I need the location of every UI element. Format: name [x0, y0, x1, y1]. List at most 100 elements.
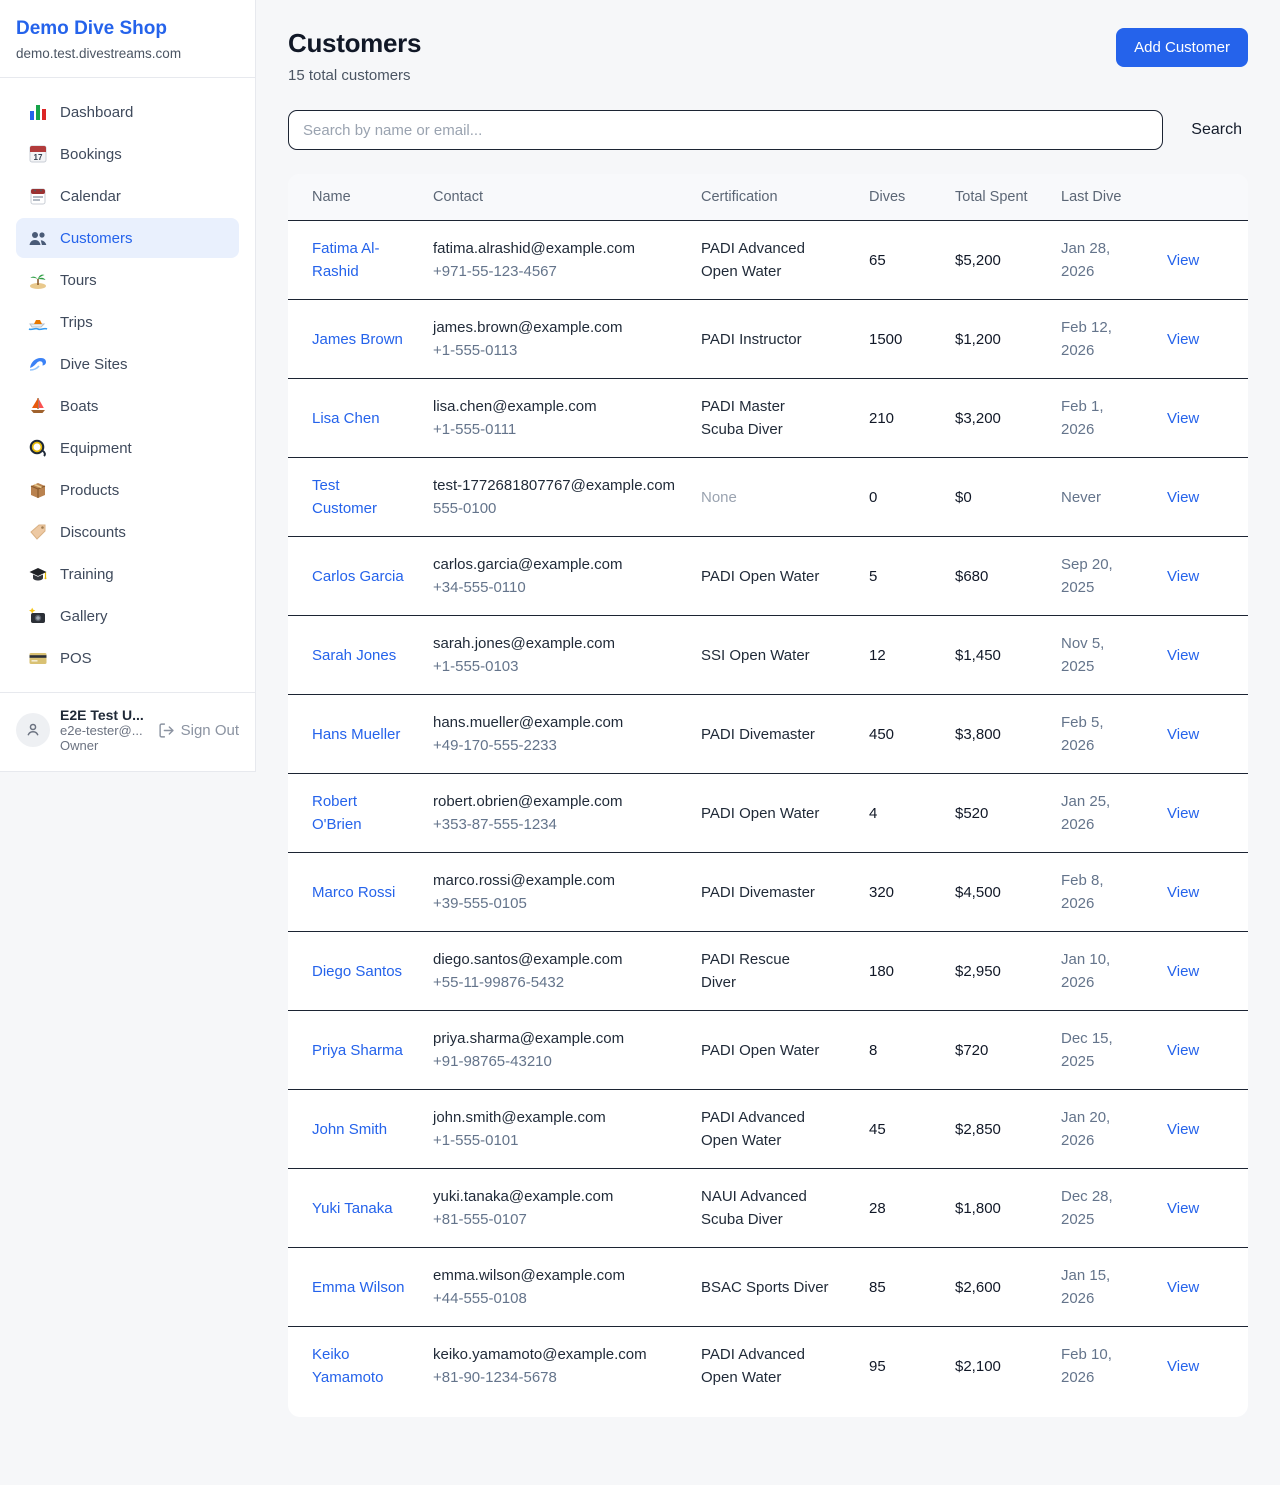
view-link[interactable]: View — [1167, 1042, 1199, 1059]
view-link[interactable]: View — [1167, 1200, 1199, 1217]
view-link[interactable]: View — [1167, 1121, 1199, 1138]
sign-out-button[interactable]: Sign Out — [158, 722, 239, 739]
user-email: e2e-tester@... — [60, 723, 148, 738]
customer-name-link[interactable]: Yuki Tanaka — [312, 1200, 393, 1217]
certification-cell: PADI Rescue Diver — [701, 951, 790, 991]
customer-name-link[interactable]: James Brown — [312, 331, 403, 348]
certification-cell: BSAC Sports Diver — [701, 1279, 829, 1296]
sidebar-item-label: Products — [60, 482, 119, 499]
svg-text:17: 17 — [34, 153, 43, 162]
people-icon — [28, 228, 48, 248]
sidebar-item-label: Calendar — [60, 188, 121, 205]
dives-cell: 4 — [869, 805, 877, 822]
page-title: Customers — [288, 28, 421, 59]
sidebar-item-bookings[interactable]: 17 Bookings — [16, 134, 239, 174]
sidebar-item-customers[interactable]: Customers — [16, 218, 239, 258]
customer-phone: +91-98765-43210 — [433, 1050, 685, 1073]
customer-name-link[interactable]: Carlos Garcia — [312, 568, 404, 585]
sidebar-item-label: Gallery — [60, 608, 108, 625]
customer-phone: +1-555-0113 — [433, 339, 685, 362]
view-link[interactable]: View — [1167, 963, 1199, 980]
view-link[interactable]: View — [1167, 489, 1199, 506]
sidebar-item-equipment[interactable]: Equipment — [16, 428, 239, 468]
customer-email: priya.sharma@example.com — [433, 1027, 685, 1050]
view-link[interactable]: View — [1167, 805, 1199, 822]
customer-name-link[interactable]: Fatima Al-Rashid — [312, 240, 380, 280]
customer-email: keiko.yamamoto@example.com — [433, 1343, 685, 1366]
customer-name-link[interactable]: Priya Sharma — [312, 1042, 403, 1059]
view-link[interactable]: View — [1167, 410, 1199, 427]
person-icon — [24, 721, 42, 739]
search-button[interactable]: Search — [1185, 117, 1248, 143]
sidebar-item-products[interactable]: Products — [16, 470, 239, 510]
total-spent-cell: $0 — [955, 489, 972, 506]
customer-phone: +1-555-0103 — [433, 655, 685, 678]
sidebar-item-label: Equipment — [60, 440, 132, 457]
sidebar-item-calendar[interactable]: Calendar — [16, 176, 239, 216]
view-link[interactable]: View — [1167, 1279, 1199, 1296]
customer-name-link[interactable]: Hans Mueller — [312, 726, 400, 743]
view-link[interactable]: View — [1167, 726, 1199, 743]
customer-name-link[interactable]: Lisa Chen — [312, 410, 380, 427]
customer-name-link[interactable]: Sarah Jones — [312, 647, 396, 664]
customer-phone: +971-55-123-4567 — [433, 260, 685, 283]
dives-cell: 45 — [869, 1121, 886, 1138]
dives-cell: 320 — [869, 884, 894, 901]
main-content: Customers 15 total customers Add Custome… — [256, 0, 1280, 1445]
customer-name-link[interactable]: John Smith — [312, 1121, 387, 1138]
customer-name-link[interactable]: Test Customer — [312, 477, 377, 517]
wave-icon — [28, 354, 48, 374]
customer-email: robert.obrien@example.com — [433, 790, 685, 813]
sidebar-item-dashboard[interactable]: Dashboard — [16, 92, 239, 132]
sidebar-item-tours[interactable]: Tours — [16, 260, 239, 300]
speedboat-icon — [28, 312, 48, 332]
view-link[interactable]: View — [1167, 252, 1199, 269]
view-link[interactable]: View — [1167, 568, 1199, 585]
view-link[interactable]: View — [1167, 331, 1199, 348]
customer-email: diego.santos@example.com — [433, 948, 685, 971]
dives-cell: 65 — [869, 252, 886, 269]
last-dive-cell: Jan 10, 2026 — [1061, 951, 1110, 991]
total-spent-cell: $2,850 — [955, 1121, 1001, 1138]
sidebar-item-boats[interactable]: Boats — [16, 386, 239, 426]
sailboat-icon — [28, 396, 48, 416]
table-row: Hans Mueller hans.mueller@example.com +4… — [288, 695, 1248, 774]
total-spent-cell: $3,800 — [955, 726, 1001, 743]
avatar — [16, 713, 50, 747]
table-row: Test Customer test-1772681807767@example… — [288, 458, 1248, 537]
table-row: Keiko Yamamoto keiko.yamamoto@example.co… — [288, 1327, 1248, 1406]
customer-phone: +81-555-0107 — [433, 1208, 685, 1231]
view-link[interactable]: View — [1167, 647, 1199, 664]
customer-name-link[interactable]: Emma Wilson — [312, 1279, 405, 1296]
sidebar-item-dive-sites[interactable]: Dive Sites — [16, 344, 239, 384]
dives-cell: 450 — [869, 726, 894, 743]
island-icon — [28, 270, 48, 290]
last-dive-cell: Jan 20, 2026 — [1061, 1109, 1110, 1149]
view-link[interactable]: View — [1167, 884, 1199, 901]
sidebar-item-discounts[interactable]: Discounts — [16, 512, 239, 552]
dives-cell: 210 — [869, 410, 894, 427]
sidebar-item-training[interactable]: Training — [16, 554, 239, 594]
add-customer-button[interactable]: Add Customer — [1116, 28, 1248, 67]
sidebar-item-gallery[interactable]: Gallery — [16, 596, 239, 636]
dives-cell: 8 — [869, 1042, 877, 1059]
last-dive-cell: Feb 10, 2026 — [1061, 1346, 1112, 1386]
search-input[interactable] — [288, 110, 1163, 150]
sidebar-item-pos[interactable]: POS — [16, 638, 239, 678]
customer-name-link[interactable]: Diego Santos — [312, 963, 402, 980]
certification-cell: None — [701, 489, 737, 506]
column-header-dives: Dives — [869, 174, 955, 221]
sign-out-label: Sign Out — [181, 722, 239, 739]
last-dive-cell: Dec 28, 2025 — [1061, 1188, 1113, 1228]
brand-domain: demo.test.divestreams.com — [16, 46, 239, 61]
customer-name-link[interactable]: Robert O'Brien — [312, 793, 362, 833]
table-row: Priya Sharma priya.sharma@example.com +9… — [288, 1011, 1248, 1090]
last-dive-cell: Feb 12, 2026 — [1061, 319, 1112, 359]
view-link[interactable]: View — [1167, 1358, 1199, 1375]
customer-name-link[interactable]: Marco Rossi — [312, 884, 395, 901]
customer-name-link[interactable]: Keiko Yamamoto — [312, 1346, 383, 1386]
sidebar-item-trips[interactable]: Trips — [16, 302, 239, 342]
sidebar-nav: Dashboard 17 Bookings Calendar Customers… — [0, 78, 255, 692]
brand-block: Demo Dive Shop demo.test.divestreams.com — [0, 0, 255, 78]
table-row: Lisa Chen lisa.chen@example.com +1-555-0… — [288, 379, 1248, 458]
